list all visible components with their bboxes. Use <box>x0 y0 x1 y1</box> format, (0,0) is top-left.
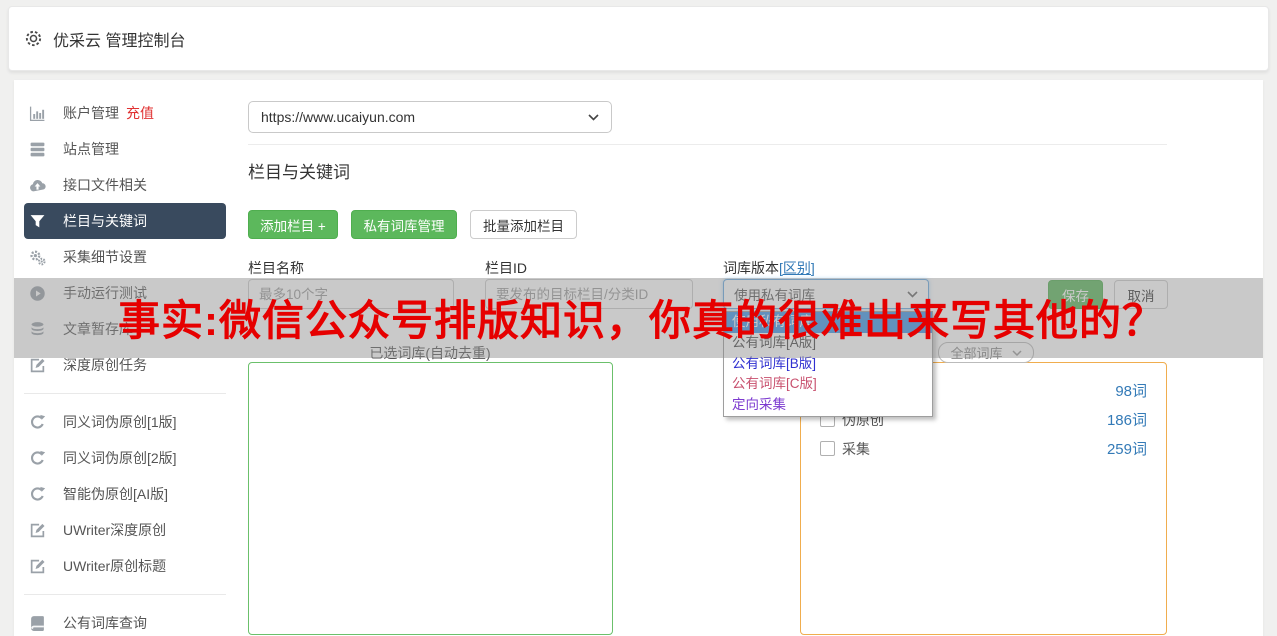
app: 优采云 管理控制台 账户管理 充值 站点管理 接口文件相关 栏目与关键词 采集细… <box>0 0 1277 636</box>
sidebar-item-uwriter-deep[interactable]: UWriter深度原创 <box>24 512 226 548</box>
book-icon <box>29 615 46 632</box>
cloud-upload-icon <box>29 177 46 194</box>
sidebar-item-synonym-rewrite-2[interactable]: 同义词伪原创[2版] <box>24 440 226 476</box>
sidebar-item-label: 账户管理 <box>63 103 119 123</box>
section-divider <box>248 144 1167 145</box>
sidebar-item-ai-rewrite[interactable]: 智能伪原创[AI版] <box>24 476 226 512</box>
sidebar-item-synonym-rewrite-1[interactable]: 同义词伪原创[1版] <box>24 404 226 440</box>
sidebar-item-account-management[interactable]: 账户管理 充值 <box>24 95 226 131</box>
sidebar-item-collection-settings[interactable]: 采集细节设置 <box>24 239 226 275</box>
edit-icon <box>29 558 46 575</box>
edit-icon <box>29 357 46 374</box>
sidebar-item-label: UWriter深度原创 <box>63 520 166 540</box>
sidebar-item-label: 深度原创任务 <box>63 355 147 375</box>
dropdown-option-directed-collect[interactable]: 定向采集 <box>724 395 932 416</box>
page-title: 栏目与关键词 <box>248 158 350 183</box>
word-count: 98词 <box>1115 380 1147 401</box>
sidebar-item-label: 接口文件相关 <box>63 175 147 195</box>
app-title: 优采云 管理控制台 <box>53 27 185 51</box>
sidebar-item-label: 智能伪原创[AI版] <box>63 484 168 504</box>
overlay-annotation-text: 事实:微信公众号排版知识，你真的很难出来写其他的？ <box>118 299 1165 343</box>
refresh-icon <box>29 486 46 503</box>
funnel-icon <box>29 213 46 230</box>
selected-thesaurus-panel <box>248 362 613 635</box>
gears-icon <box>29 249 46 266</box>
header: 优采云 管理控制台 <box>8 6 1269 71</box>
dropdown-option-public-c[interactable]: 公有词库[C版] <box>724 374 932 395</box>
sidebar-item-label: 同义词伪原创[2版] <box>63 448 177 468</box>
sidebar-item-label: 站点管理 <box>63 139 119 159</box>
site-url-selector[interactable]: https://www.ucaiyun.com <box>248 101 612 133</box>
sidebar-divider <box>24 383 226 404</box>
sidebar-item-label: 采集细节设置 <box>63 247 147 267</box>
sidebar-divider <box>24 584 226 605</box>
library-row: 采集 259词 <box>801 434 1166 463</box>
checkbox[interactable] <box>820 441 835 456</box>
refresh-icon <box>29 450 46 467</box>
column-id-label: 栏目ID <box>485 258 527 278</box>
word-count: 186词 <box>1107 409 1147 430</box>
edit-icon <box>29 522 46 539</box>
sidebar: 账户管理 充值 站点管理 接口文件相关 栏目与关键词 采集细节设置 手动运行测试… <box>14 95 240 636</box>
sidebar-item-label: 公有词库查询 <box>63 613 147 633</box>
sidebar-item-public-thesaurus-query[interactable]: 公有词库查询 <box>24 605 226 636</box>
sidebar-item-site-management[interactable]: 站点管理 <box>24 131 226 167</box>
batch-add-column-button[interactable]: 批量添加栏目 <box>470 210 577 239</box>
private-thesaurus-button[interactable]: 私有词库管理 <box>351 210 457 239</box>
library-row-label: 采集 <box>842 439 870 459</box>
sidebar-item-label: UWriter原创标题 <box>63 556 166 576</box>
thesaurus-version-label-text: 词库版本 <box>723 260 779 276</box>
thesaurus-version-label: 词库版本[区别] <box>723 258 815 278</box>
server-icon <box>29 141 46 158</box>
bar-chart-icon <box>29 105 46 122</box>
add-column-button[interactable]: 添加栏目 + <box>248 210 338 239</box>
sidebar-item-uwriter-title[interactable]: UWriter原创标题 <box>24 548 226 584</box>
gear-icon <box>24 29 43 48</box>
site-url-value: https://www.ucaiyun.com <box>261 109 415 125</box>
sidebar-item-label: 同义词伪原创[1版] <box>63 412 177 432</box>
sidebar-item-interface-files[interactable]: 接口文件相关 <box>24 167 226 203</box>
refresh-icon <box>29 414 46 431</box>
sidebar-item-columns-keywords[interactable]: 栏目与关键词 <box>24 203 226 239</box>
chevron-down-icon <box>588 114 599 121</box>
column-name-label: 栏目名称 <box>248 258 304 278</box>
recharge-badge[interactable]: 充值 <box>126 103 154 123</box>
sidebar-item-label: 栏目与关键词 <box>63 211 147 231</box>
difference-link[interactable]: [区别] <box>779 260 815 276</box>
word-count: 259词 <box>1107 438 1147 459</box>
